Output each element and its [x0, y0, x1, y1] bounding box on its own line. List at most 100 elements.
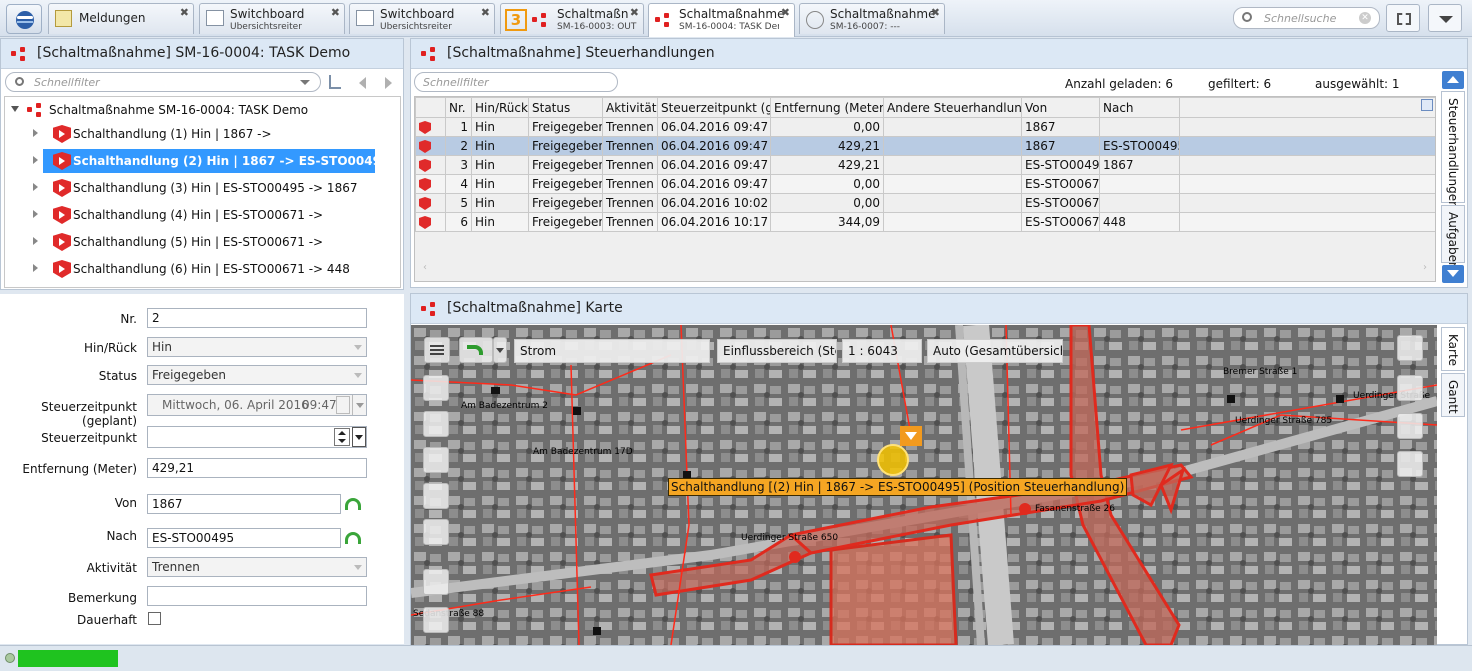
table-cell[interactable]: Hin [471, 212, 529, 232]
expand-icon[interactable] [33, 237, 38, 245]
table-cell[interactable]: Hin [471, 136, 529, 156]
table-cell[interactable] [883, 174, 1022, 194]
expand-icon[interactable] [11, 106, 19, 112]
table-cell[interactable]: Hin [471, 174, 529, 194]
table-cell[interactable]: Freigegeben [528, 174, 603, 194]
table-cell[interactable]: Trennen [602, 212, 658, 232]
table-cell[interactable]: 0,00 [770, 117, 884, 137]
expand-icon[interactable] [33, 129, 38, 137]
map-share-button[interactable] [459, 337, 493, 363]
map-menu-button[interactable] [424, 337, 450, 363]
table-row[interactable]: 1 Hin Freigegeben Trennen 06.04.2016 09:47 0,… [415, 117, 1435, 137]
spinner-icon[interactable] [334, 428, 350, 446]
table-row[interactable]: 4 Hin Freigegeben Trennen 06.04.2016 09:47 0,… [415, 174, 1435, 194]
tab-sm-0004[interactable]: Schaltmaßnahme SM-16-0004: TASK Demo ✖ [648, 3, 795, 37]
geplant-datetime[interactable]: Mittwoch, 06. April 2016 09:47 [147, 394, 367, 416]
quick-search-input[interactable]: Schnellsuche ✕ [1233, 7, 1380, 29]
table-cell[interactable]: 6 [445, 212, 472, 232]
scroll-right-icon[interactable]: › [1423, 262, 1427, 273]
table-cell[interactable]: 2 [445, 136, 472, 156]
table-cell[interactable]: 1 [445, 117, 472, 137]
location-pin-icon[interactable] [900, 426, 922, 446]
expand-icon[interactable] [33, 183, 38, 191]
column-header[interactable]: Hin/Rück [471, 97, 529, 118]
scroll-up-button[interactable] [1442, 71, 1464, 89]
table-cell[interactable] [883, 155, 1022, 175]
table-cell[interactable]: Freigegeben [528, 117, 603, 137]
tab-sm-0003[interactable]: 3 Schaltmaßnah SM-16-0003: OUT ✖ [500, 3, 644, 34]
close-icon[interactable]: ✖ [630, 6, 639, 19]
table-cell[interactable]: 0,00 [770, 193, 884, 213]
table-cell[interactable]: ES-STO00671 [1021, 174, 1100, 194]
tree-filter-input[interactable]: Schnellfilter [5, 72, 321, 92]
table-row[interactable]: 6 Hin Freigegeben Trennen 06.04.2016 10:17 34… [415, 212, 1435, 232]
scroll-left-icon[interactable]: ‹ [423, 262, 427, 273]
table-row[interactable]: 3 Hin Freigegeben Trennen 06.04.2016 09:47 42… [415, 155, 1435, 175]
app-menu-icon[interactable] [6, 4, 42, 34]
go-to-icon[interactable] [345, 498, 361, 510]
map-layer-select[interactable]: Strom [514, 339, 710, 363]
table-cell[interactable]: 06.04.2016 10:02 [657, 193, 771, 213]
tab-switchboard-1[interactable]: Switchboard Übersichtsreiter ✖ [199, 3, 345, 34]
tab-sm-0007[interactable]: Schaltmaßnahme SM-16-0007: --- ✖ [799, 3, 945, 34]
hinrueck-select[interactable]: Hin [147, 337, 367, 357]
table-row[interactable]: 2 Hin Freigegeben Trennen 06.04.2016 09:47 42… [415, 136, 1435, 156]
tab-aufgaben[interactable]: Aufgaben [1441, 205, 1465, 270]
table-cell[interactable]: Freigegeben [528, 193, 603, 213]
expand-icon[interactable] [33, 210, 38, 218]
column-header[interactable]: Von [1021, 97, 1100, 118]
pointer-tool-icon[interactable] [423, 375, 449, 401]
table-cell[interactable]: 5 [445, 193, 472, 213]
table-cell[interactable]: 06.04.2016 09:47 [657, 117, 771, 137]
column-header[interactable]: Nr. [445, 97, 472, 118]
table-cell[interactable] [1099, 174, 1180, 194]
table-row[interactable]: 5 Hin Freigegeben Trennen 06.04.2016 10:02 0,… [415, 193, 1435, 213]
close-icon[interactable]: ✖ [481, 6, 490, 19]
table-cell[interactable]: 06.04.2016 09:47 [657, 155, 771, 175]
select-tool-icon[interactable] [423, 569, 449, 595]
table-cell[interactable]: 4 [445, 174, 472, 194]
table-cell[interactable]: 1867 [1099, 155, 1180, 175]
go-to-icon[interactable] [345, 532, 361, 544]
table-cell[interactable]: 3 [445, 155, 472, 175]
tree-item[interactable]: Schalthandlung (3) Hin | ES-STO00495 -> … [5, 176, 395, 200]
scroll-down-button[interactable] [1442, 265, 1464, 283]
spinner-icon[interactable] [336, 396, 350, 414]
table-cell[interactable]: Hin [471, 193, 529, 213]
locate-icon[interactable] [1397, 375, 1423, 401]
table-cell[interactable]: Trennen [602, 155, 658, 175]
map-scale-field[interactable]: 1 : 6043 [842, 339, 922, 363]
tab-karte[interactable]: Karte [1441, 327, 1465, 371]
table-cell[interactable]: ES-STO00671 [1021, 212, 1100, 232]
table-cell[interactable]: 344,09 [770, 212, 884, 232]
close-icon[interactable]: ✖ [781, 6, 790, 19]
tab-meldungen[interactable]: Meldungen ✖ [48, 3, 194, 34]
table-cell[interactable]: Freigegeben [528, 212, 603, 232]
table-cell[interactable]: Trennen [602, 174, 658, 194]
map-share-dropdown[interactable] [493, 337, 507, 363]
calendar-dropdown-icon[interactable] [352, 395, 366, 415]
tree-structure-icon[interactable] [329, 75, 341, 89]
rotate-tool-icon[interactable] [423, 447, 449, 473]
close-icon[interactable]: ✖ [180, 6, 189, 19]
tab-steuerhandlungen[interactable]: Steuerhandlungen [1441, 91, 1465, 209]
table-cell[interactable]: 429,21 [770, 155, 884, 175]
status-select[interactable]: Freigegeben [147, 365, 367, 385]
menu-dropdown-button[interactable] [1428, 4, 1462, 32]
chevron-down-icon[interactable] [300, 80, 310, 85]
table-cell[interactable]: ES-STO00671 [1021, 193, 1100, 213]
table-cell[interactable] [883, 212, 1022, 232]
tab-gantt[interactable]: Gantt [1441, 373, 1465, 417]
dauerhaft-checkbox[interactable] [148, 612, 161, 625]
table-cell[interactable]: Trennen [602, 193, 658, 213]
column-header[interactable]: Status [528, 97, 603, 118]
table-cell[interactable]: Freigegeben [528, 136, 603, 156]
previous-icon[interactable] [359, 77, 366, 89]
steuerzeit-datetime[interactable] [147, 426, 367, 448]
edit-tool-icon[interactable] [423, 607, 449, 633]
column-header[interactable]: Andere Steuerhandlung [883, 97, 1022, 118]
table-cell[interactable] [883, 193, 1022, 213]
clear-icon[interactable]: ✕ [1359, 12, 1371, 24]
aktivitaet-select[interactable]: Trennen [147, 557, 367, 577]
von-field[interactable]: 1867 [147, 494, 341, 514]
